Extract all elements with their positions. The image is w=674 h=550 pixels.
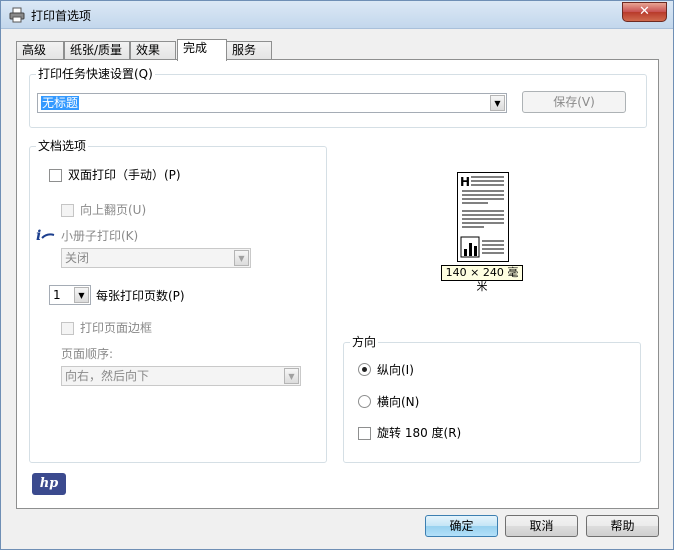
portrait-radio-circle[interactable] xyxy=(358,363,371,376)
page-preview: H xyxy=(457,172,509,262)
page-borders-checkbox[interactable]: 打印页面边框 xyxy=(61,321,152,335)
close-button[interactable]: ✕ xyxy=(622,2,667,22)
document-options-label: 文档选项 xyxy=(36,139,89,153)
flip-up-label: 向上翻页(U) xyxy=(80,203,147,217)
portrait-label: 纵向(I) xyxy=(377,363,414,377)
printer-icon xyxy=(9,7,25,23)
svg-text:i: i xyxy=(36,228,41,243)
document-preview-icon: H xyxy=(460,175,504,258)
flip-up-checkbox[interactable]: 向上翻页(U) xyxy=(61,203,146,217)
save-button[interactable]: 保存(V) xyxy=(522,91,626,113)
tab-advanced[interactable]: 高级 xyxy=(16,41,64,60)
quick-settings-select[interactable]: 无标题 ▼ xyxy=(37,93,507,113)
chevron-down-icon[interactable]: ▼ xyxy=(490,95,505,111)
landscape-radio-circle[interactable] xyxy=(358,395,371,408)
rotate-180-checkbox[interactable]: 旋转 180 度(R) xyxy=(358,426,461,440)
booklet-select[interactable]: 关闭 ▼ xyxy=(61,248,251,268)
help-button[interactable]: 帮助 xyxy=(586,515,659,537)
close-icon: ✕ xyxy=(639,4,650,19)
pages-per-sheet-value: 1 xyxy=(53,288,61,302)
pages-per-sheet-select[interactable]: 1 ▼ xyxy=(49,285,91,305)
svg-text:H: H xyxy=(460,175,470,189)
duplex-label: 双面打印（手动）(P) xyxy=(68,168,181,182)
quick-settings-value: 无标题 xyxy=(41,96,80,110)
pages-per-sheet-label: 每张打印页数(P) xyxy=(96,289,185,303)
tab-services[interactable]: 服务 xyxy=(226,41,272,60)
ok-button[interactable]: 确定 xyxy=(425,515,498,537)
tab-paper-quality[interactable]: 纸张/质量 xyxy=(64,41,130,60)
chevron-down-icon[interactable]: ▼ xyxy=(74,287,89,303)
booklet-label: 小册子打印(K) xyxy=(61,229,139,243)
print-preferences-window: 打印首选项 ✕ 高级 纸张/质量 效果 完成 服务 打印任务快速设置(Q) 无标… xyxy=(0,0,674,550)
page-order-value: 向右，然后向下 xyxy=(65,369,150,383)
tab-effects[interactable]: 效果 xyxy=(130,41,176,60)
page-order-label: 页面顺序: xyxy=(61,347,114,361)
title-bar[interactable]: 打印首选项 ✕ xyxy=(1,1,673,29)
page-borders-label: 打印页面边框 xyxy=(80,321,153,335)
chevron-down-icon[interactable]: ▼ xyxy=(234,250,249,266)
cancel-button[interactable]: 取消 xyxy=(505,515,578,537)
duplex-checkbox[interactable]: 双面打印（手动）(P) xyxy=(49,168,181,182)
landscape-label: 横向(N) xyxy=(377,395,420,409)
page-order-select[interactable]: 向右，然后向下 ▼ xyxy=(61,366,301,386)
rotate-180-checkbox-box[interactable] xyxy=(358,426,371,440)
landscape-radio[interactable]: 横向(N) xyxy=(358,393,419,410)
flip-up-checkbox-box[interactable] xyxy=(61,203,74,217)
info-icon: i xyxy=(36,228,55,243)
tab-finishing[interactable]: 完成 xyxy=(177,39,227,61)
duplex-checkbox-box[interactable] xyxy=(49,168,62,182)
finishing-panel: 打印任务快速设置(Q) 无标题 ▼ 保存(V) 文档选项 双面打印（手动）(P)… xyxy=(16,59,659,509)
portrait-radio[interactable]: 纵向(I) xyxy=(358,361,414,378)
hp-logo: hp xyxy=(32,473,66,495)
booklet-value: 关闭 xyxy=(65,251,90,265)
paper-size-label: 140 × 240 毫米 xyxy=(441,265,523,293)
quick-settings-label: 打印任务快速设置(Q) xyxy=(36,67,155,81)
window-title: 打印首选项 xyxy=(31,9,92,23)
chevron-down-icon[interactable]: ▼ xyxy=(284,368,299,384)
rotate-180-label: 旋转 180 度(R) xyxy=(377,426,462,440)
orientation-label: 方向 xyxy=(350,335,379,349)
page-borders-checkbox-box[interactable] xyxy=(61,321,74,335)
